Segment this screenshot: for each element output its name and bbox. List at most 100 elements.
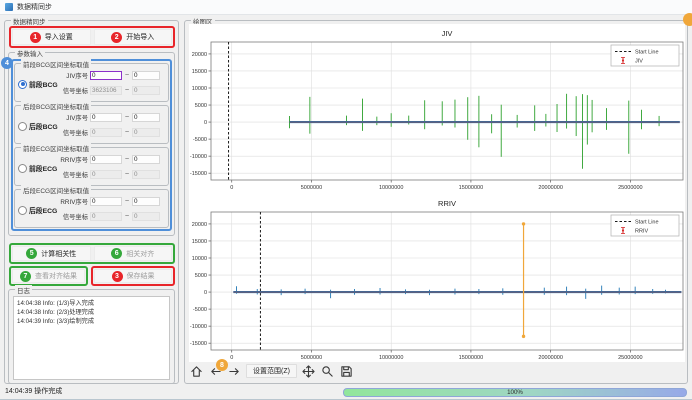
pan-icon[interactable] bbox=[302, 364, 316, 378]
rriv-index-label: RRIV序号 bbox=[59, 155, 88, 164]
rriv-index-end-input[interactable] bbox=[132, 155, 160, 164]
view-align-result-button[interactable]: 7 查看对齐结果 bbox=[12, 269, 85, 283]
signal-coord-start-input bbox=[90, 128, 122, 137]
svg-text:0: 0 bbox=[204, 290, 207, 296]
edge-annotation-circle bbox=[683, 13, 692, 26]
set-range-button[interactable]: 设置范围(Z) bbox=[246, 364, 297, 378]
svg-text:-10000: -10000 bbox=[190, 324, 207, 330]
radio-icon bbox=[18, 206, 27, 215]
range-separator: ~ bbox=[124, 72, 130, 79]
svg-text:5000000: 5000000 bbox=[301, 355, 322, 361]
range-separator: ~ bbox=[124, 129, 130, 136]
annotation-number-7: 7 bbox=[20, 271, 31, 282]
forward-icon[interactable] bbox=[227, 364, 241, 378]
mpl-toolbar: 设置范围(Z) bbox=[189, 362, 354, 380]
param-section-back-ecg: 后段ECG区间坐标取值 后段ECG RRIV序号 ~ 信号坐标 ~ bbox=[14, 189, 169, 228]
svg-text:10000: 10000 bbox=[192, 256, 207, 262]
radio-back-bcg[interactable]: 后段BCG bbox=[18, 121, 58, 131]
save-result-button[interactable]: 3 保存结果 bbox=[94, 269, 172, 283]
svg-text:0: 0 bbox=[230, 185, 233, 191]
svg-text:-15000: -15000 bbox=[190, 171, 207, 177]
jiv-index-end-input[interactable] bbox=[132, 71, 160, 80]
svg-text:0: 0 bbox=[230, 355, 233, 361]
import-settings-button[interactable]: 1 导入设置 bbox=[12, 29, 91, 45]
svg-text:20000000: 20000000 bbox=[538, 355, 562, 361]
annotation-number-4: 4 bbox=[1, 57, 13, 69]
home-icon[interactable] bbox=[189, 364, 203, 378]
start-import-button[interactable]: 2 开始导入 bbox=[94, 29, 173, 45]
svg-text:10000: 10000 bbox=[192, 86, 207, 92]
save-icon[interactable] bbox=[340, 364, 354, 378]
radio-back-ecg[interactable]: 后段ECG bbox=[18, 205, 57, 215]
svg-text:10000000: 10000000 bbox=[379, 355, 403, 361]
svg-text:-15000: -15000 bbox=[190, 341, 207, 347]
svg-text:5000000: 5000000 bbox=[301, 185, 322, 191]
svg-text:10000000: 10000000 bbox=[379, 185, 403, 191]
zoom-icon[interactable] bbox=[321, 364, 335, 378]
charts-svg: 0500000010000000150000002000000025000000… bbox=[189, 24, 685, 362]
app-icon bbox=[5, 3, 13, 11]
signal-coord-start-input bbox=[90, 212, 122, 221]
log-list[interactable]: 14:04:38 Info: (1/3)导入完成 14:04:38 Info: … bbox=[13, 296, 170, 380]
signal-coord-label: 信号坐标 bbox=[59, 86, 88, 95]
signal-coord-end-input bbox=[132, 128, 160, 137]
import-buttons-annotation: 1 导入设置 2 开始导入 bbox=[9, 26, 175, 48]
signal-coord-label: 信号坐标 bbox=[59, 170, 88, 179]
svg-text:20000: 20000 bbox=[192, 222, 207, 228]
signal-coord-end-input bbox=[132, 86, 160, 95]
radio-icon bbox=[18, 80, 27, 89]
annotation-number-5: 5 bbox=[26, 248, 37, 259]
jiv-index-start-input[interactable] bbox=[90, 113, 122, 122]
range-separator: ~ bbox=[124, 114, 130, 121]
jiv-index-start-input[interactable] bbox=[90, 71, 122, 80]
rriv-index-start-input[interactable] bbox=[90, 155, 122, 164]
svg-text:15000000: 15000000 bbox=[459, 185, 483, 191]
param-section-front-ecg: 前段ECG区间坐标取值 前段ECG RRIV序号 ~ 信号坐标 ~ bbox=[14, 147, 169, 186]
svg-text:20000000: 20000000 bbox=[538, 185, 562, 191]
save-result-annotation: 3 保存结果 bbox=[91, 266, 175, 286]
log-title: 日志 bbox=[15, 285, 32, 295]
svg-text:0: 0 bbox=[204, 120, 207, 126]
signal-coord-label: 信号坐标 bbox=[59, 128, 88, 137]
param-section-back-bcg: 后段BCG区间坐标取值 后段BCG JIV序号 ~ 信号坐标 ~ bbox=[14, 105, 169, 144]
figure-canvas: 0500000010000000150000002000000025000000… bbox=[189, 24, 685, 362]
param-input-title: 参数输入 bbox=[15, 48, 45, 58]
radio-front-ecg[interactable]: 前段ECG bbox=[18, 163, 57, 173]
sync-panel-title: 数据精同步 bbox=[11, 16, 48, 26]
rriv-index-label: RRIV序号 bbox=[59, 197, 88, 206]
range-separator: ~ bbox=[124, 87, 130, 94]
calc-correlation-button[interactable]: 5 计算相关性 bbox=[12, 246, 91, 261]
param-section-front-bcg: 前段BCG区间坐标取值 前段BCG JIV序号 ~ 信号坐标 ~ bbox=[14, 63, 169, 102]
svg-text:25000000: 25000000 bbox=[618, 185, 642, 191]
signal-coord-label: 信号坐标 bbox=[59, 212, 88, 221]
annotation-number-6: 6 bbox=[111, 248, 122, 259]
annotation-number-1: 1 bbox=[30, 32, 41, 43]
svg-text:25000000: 25000000 bbox=[618, 355, 642, 361]
rriv-index-end-input[interactable] bbox=[132, 197, 160, 206]
range-separator: ~ bbox=[124, 198, 130, 205]
range-separator: ~ bbox=[124, 213, 130, 220]
chart-jiv: 0 5000000 10000000 15000000 20000000 25000000… bbox=[190, 29, 683, 191]
signal-coord-start-input bbox=[90, 86, 122, 95]
range-separator: ~ bbox=[124, 156, 130, 163]
svg-text:5000: 5000 bbox=[195, 103, 207, 109]
signal-coord-start-input bbox=[90, 170, 122, 179]
jiv-index-end-input[interactable] bbox=[132, 113, 160, 122]
radio-front-bcg[interactable]: 前段BCG bbox=[18, 79, 58, 89]
svg-text:20000: 20000 bbox=[192, 52, 207, 58]
signal-coord-end-input bbox=[132, 170, 160, 179]
svg-text:5000: 5000 bbox=[195, 273, 207, 279]
status-text: 14:04:39 操作完成 bbox=[5, 386, 62, 396]
svg-text:Start Line: Start Line bbox=[635, 220, 659, 226]
svg-text:15000: 15000 bbox=[192, 69, 207, 75]
correlation-align-button[interactable]: 6 相关对齐 bbox=[94, 246, 173, 261]
annotation-number-8: 8 bbox=[216, 359, 228, 371]
svg-text:RRIV: RRIV bbox=[438, 199, 456, 208]
svg-text:Start Line: Start Line bbox=[635, 50, 659, 56]
progress-value: 100% bbox=[507, 389, 523, 396]
correlation-buttons-annotation: 5 计算相关性 6 相关对齐 bbox=[9, 243, 175, 264]
radio-icon bbox=[18, 164, 27, 173]
progress-bar: 100% bbox=[343, 388, 687, 397]
rriv-index-start-input[interactable] bbox=[90, 197, 122, 206]
svg-text:15000: 15000 bbox=[192, 239, 207, 245]
